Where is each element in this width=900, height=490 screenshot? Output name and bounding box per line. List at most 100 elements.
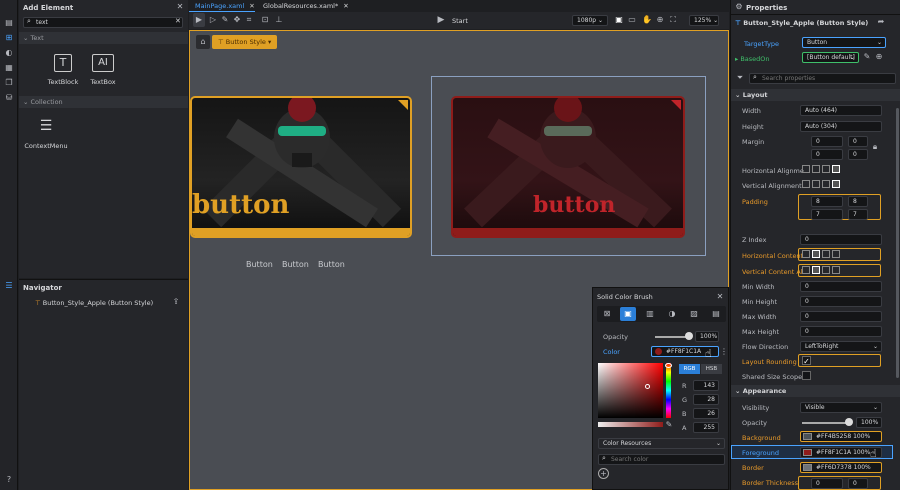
opacity-field[interactable]: 100% [856,417,882,428]
linear-gradient-icon[interactable]: ▥ [642,307,658,321]
hue-thumb[interactable] [665,363,672,368]
close-icon[interactable]: ✕ [174,0,186,14]
sizescope-checkbox[interactable] [802,371,811,380]
rgb-mode-button[interactable]: RGB [679,364,700,374]
filter-icon[interactable]: ⏷ [735,71,745,85]
height-field[interactable]: Auto (304) [800,121,882,132]
navigator-item[interactable]: ⊤ Button_Style_Apple (Button Style) [35,299,153,307]
select-tool-icon[interactable]: ▶ [193,13,205,27]
opacity-field[interactable]: 100% [695,331,719,342]
text-section[interactable]: ⌄ Text [19,32,188,44]
add-element-icon[interactable]: ⊞ [2,31,16,45]
search-input[interactable]: text [23,17,183,28]
close-icon[interactable]: ✕ [249,2,254,10]
width-field[interactable]: Auto (464) [800,105,882,116]
b-field[interactable]: 26 [693,408,719,419]
start-button[interactable]: Start [452,17,468,25]
alpha-slider[interactable] [598,422,663,427]
hue-slider[interactable] [666,363,671,418]
tablet-icon[interactable]: ▭ [626,13,638,27]
color-resources-select[interactable]: Color Resources ⌄ [598,438,725,449]
button-preview-right[interactable]: button [451,96,685,238]
edit-icon[interactable]: ✎ [862,50,872,64]
pen-icon[interactable]: ✎ [219,13,231,27]
device-icon[interactable]: ▣ [613,13,625,27]
palette-icon[interactable]: ◐ [2,46,16,60]
grid-icon[interactable]: ⊡ [259,13,271,27]
add-color-icon[interactable]: + [598,468,609,479]
radial-gradient-icon[interactable]: ◑ [664,307,680,321]
layout-section[interactable]: ⌄ Layout [731,89,900,101]
appearance-section[interactable]: ⌄ Appearance [731,385,900,397]
zoom-in-icon[interactable]: ⊕ [654,13,666,27]
fit-icon[interactable]: ⛶ [667,13,679,27]
hand-icon[interactable]: ✋ [641,13,653,27]
add-icon[interactable]: ⊕ [874,50,884,64]
targettype-select[interactable]: Button ⌄ [802,37,886,48]
layoutrounding-checkbox[interactable]: ✓ [802,356,811,366]
lock-icon[interactable]: 🔒︎ [870,140,880,154]
padding-left[interactable]: 8 [811,196,843,207]
background-field[interactable]: #FF4B5258 100% [800,431,882,442]
image-brush-icon[interactable]: ▨ [686,307,702,321]
thickness-left[interactable]: 0 [811,478,843,489]
direct-select-icon[interactable]: ▷ [207,13,219,27]
minwidth-field[interactable]: 0 [800,281,882,292]
search-color-input[interactable]: Search color [598,454,725,465]
v-align-buttons[interactable] [802,180,842,188]
visibility-select[interactable]: Visible ⌄ [800,402,882,413]
h-align-buttons[interactable] [802,165,842,173]
button-preview-left[interactable]: button [190,96,412,238]
maxheight-field[interactable]: 0 [800,326,882,337]
opacity-thumb[interactable] [845,418,853,426]
margin-bottom[interactable]: 0 [848,149,868,160]
move-icon[interactable]: ✥ [231,13,243,27]
picker-handle[interactable] [645,384,650,389]
margin-left[interactable]: 0 [811,136,843,147]
navigator-icon[interactable]: ☰ [2,279,16,293]
opacity-slider[interactable] [802,422,850,424]
padding-right[interactable]: 7 [811,209,843,220]
solid-brush-icon[interactable]: ▣ [620,307,636,321]
zindex-field[interactable]: 0 [800,234,882,245]
margin-top[interactable]: 0 [848,136,868,147]
home-icon[interactable]: ⌂ [196,35,210,49]
resolution-select[interactable]: 1080p ⌄ [572,15,608,26]
clear-icon[interactable]: ✕ [175,17,181,25]
export-icon[interactable]: ⇪ [169,295,183,309]
tab-globalresources[interactable]: GlobalResources.xaml* ✕ [257,0,349,12]
search-properties-input[interactable]: Search properties [749,73,896,84]
resources-icon[interactable]: ❐ [2,76,16,90]
tile-brush-icon[interactable]: ▤ [708,307,724,321]
r-field[interactable]: 143 [693,380,719,391]
collection-section[interactable]: ⌄ Collection [19,96,188,108]
media-icon[interactable]: ▦ [2,61,16,75]
maxwidth-field[interactable]: 0 [800,311,882,322]
no-brush-icon[interactable]: ⊠ [599,307,615,321]
flowdirection-select[interactable]: LeftToRight ⌄ [800,341,882,352]
margin-right[interactable]: 0 [811,149,843,160]
more-icon[interactable]: ⋮ [720,345,728,359]
crop-icon[interactable]: ⌗ [243,13,255,27]
thickness-top[interactable]: 0 [848,478,868,489]
padding-top[interactable]: 8 [848,196,868,207]
textblock-item[interactable]: T TextBlock [43,54,83,86]
hcontent-buttons[interactable] [798,248,881,261]
contextmenu-item[interactable]: ☰ ContextMenu [21,116,71,150]
border-field[interactable]: #FF6D7378 100% [800,462,882,473]
basedon-select[interactable]: [Button default] ⌄ [802,52,859,63]
minheight-field[interactable]: 0 [800,296,882,307]
align-icon[interactable]: ⊥ [273,13,285,27]
opacity-thumb[interactable] [685,332,693,340]
share-icon[interactable]: ➦ [875,15,887,29]
eyedropper-icon[interactable]: ✎ [664,418,674,432]
textbox-item[interactable]: AI TextBox [83,54,123,86]
a-field[interactable]: 255 [693,422,719,433]
close-icon[interactable]: ✕ [714,290,726,304]
hsb-mode-button[interactable]: HSB [701,364,722,374]
help-icon[interactable]: ? [2,473,16,487]
pages-icon[interactable]: ▤ [2,16,16,30]
zoom-select[interactable]: 125% ⌄ [689,15,719,26]
scrollbar[interactable] [896,108,899,378]
data-icon[interactable]: ⛁ [2,91,16,105]
